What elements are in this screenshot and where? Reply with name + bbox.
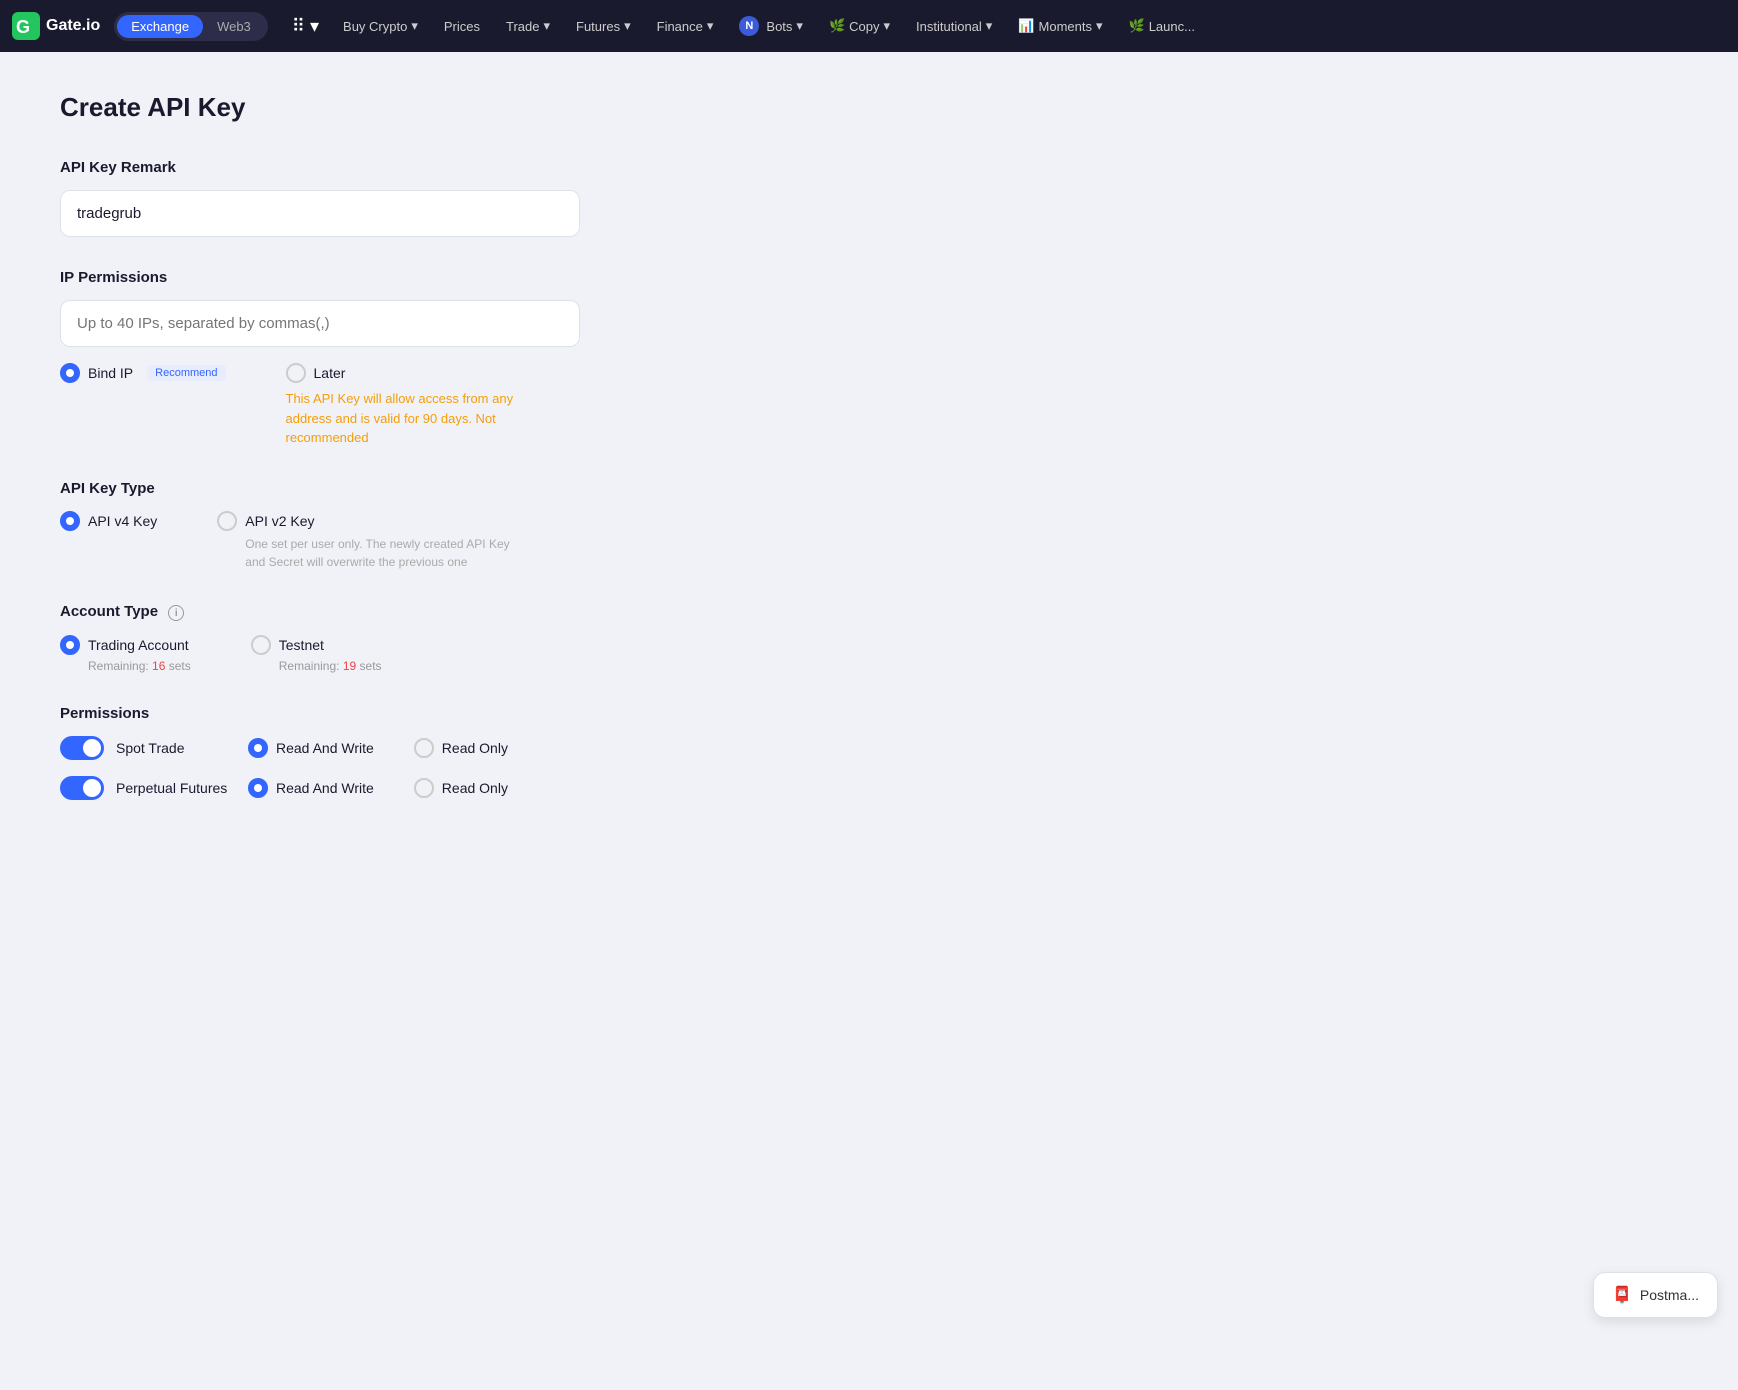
api-v4-radio-circle [60,511,80,531]
perp-read-write-circle [248,778,268,798]
trading-account-label: Trading Account [88,637,189,653]
api-v2-label: API v2 Key [245,513,314,529]
permissions-label: Permissions [60,705,840,722]
nav-buy-crypto[interactable]: Buy Crypto ▾ [333,18,428,34]
copy-leaf-icon: 🌿 [829,18,845,34]
ip-permissions-input[interactable] [60,300,580,347]
perpetual-futures-toggle[interactable] [60,776,104,800]
postman-button[interactable]: 📮 Postma... [1593,1272,1718,1318]
api-v4-radio[interactable]: API v4 Key [60,511,157,531]
spot-read-write-radio[interactable]: Read And Write [248,738,374,758]
account-type-label: Account Type i [60,603,840,622]
spot-trade-options: Read And Write Read Only [248,738,508,758]
nav-institutional[interactable]: Institutional ▾ [906,18,1002,34]
perp-read-write-label: Read And Write [276,780,374,796]
nav-logo[interactable]: G Gate.io [12,12,100,40]
testnet-radio[interactable]: Testnet [251,635,382,655]
navbar: G Gate.io Exchange Web3 ⠿ ▾ Buy Crypto ▾… [0,0,1738,52]
postman-icon: 📮 [1612,1285,1632,1305]
bots-icon: N [739,16,759,36]
tab-exchange[interactable]: Exchange [117,15,203,38]
spot-read-only-radio[interactable]: Read Only [414,738,508,758]
perp-read-only-circle [414,778,434,798]
bind-ip-radio[interactable]: Bind IP Recommend [60,363,226,383]
nav-trade[interactable]: Trade ▾ [496,18,560,34]
trading-account-radio[interactable]: Trading Account [60,635,191,655]
spot-read-only-label: Read Only [442,740,508,756]
account-type-section: Account Type i Trading Account Remaining… [60,603,840,674]
postman-label: Postma... [1640,1287,1699,1303]
launch-leaf-icon: 🌿 [1129,18,1145,34]
api-v2-description: One set per user only. The newly created… [245,535,525,571]
perp-read-only-label: Read Only [442,780,508,796]
api-v2-radio[interactable]: API v2 Key [217,511,525,531]
spot-trade-row: Spot Trade Read And Write Read Only [60,736,840,760]
api-key-remark-section: API Key Remark [60,159,840,237]
trading-remaining-count: 16 [152,659,165,673]
testnet-label: Testnet [279,637,324,653]
nav-bots[interactable]: N Bots ▾ [729,16,813,36]
spot-trade-label: Spot Trade [116,740,236,756]
moments-icon: 📊 [1018,18,1034,34]
ip-radio-group: Bind IP Recommend Later This API Key wil… [60,363,840,448]
perpetual-futures-label: Perpetual Futures [116,780,236,796]
nav-futures[interactable]: Futures ▾ [566,18,641,34]
bind-ip-radio-circle [60,363,80,383]
recommend-badge: Recommend [147,365,225,381]
ip-permissions-section: IP Permissions Bind IP Recommend Later T… [60,269,840,448]
api-v2-group: API v2 Key One set per user only. The ne… [217,511,525,571]
nav-moments[interactable]: 📊 Moments ▾ [1008,18,1112,34]
perp-read-only-radio[interactable]: Read Only [414,778,508,798]
nav-prices[interactable]: Prices [434,19,490,34]
later-label: Later [314,365,346,381]
spot-read-only-circle [414,738,434,758]
api-key-type-radio-group: API v4 Key API v2 Key One set per user o… [60,511,840,571]
perpetual-futures-row: Perpetual Futures Read And Write Read On… [60,776,840,800]
page-title: Create API Key [60,92,840,123]
testnet-group: Testnet Remaining: 19 sets [251,635,382,673]
testnet-remaining-count: 19 [343,659,356,673]
nav-copy[interactable]: 🌿 Copy ▾ [819,18,900,34]
trading-account-group: Trading Account Remaining: 16 sets [60,635,191,673]
svg-text:G: G [16,17,30,37]
nav-tabs: Exchange Web3 [114,12,268,41]
testnet-remaining: Remaining: 19 sets [279,659,382,673]
later-radio-circle [286,363,306,383]
nav-launch[interactable]: 🌿 Launc... [1119,18,1205,34]
later-group: Later This API Key will allow access fro… [286,363,526,448]
spot-read-write-circle [248,738,268,758]
ip-permissions-label: IP Permissions [60,269,840,286]
api-key-type-section: API Key Type API v4 Key API v2 Key One s… [60,480,840,571]
testnet-radio-circle [251,635,271,655]
trading-account-radio-circle [60,635,80,655]
trading-remaining: Remaining: 16 sets [88,659,191,673]
later-warning: This API Key will allow access from any … [286,389,526,448]
tab-web3[interactable]: Web3 [203,15,265,38]
account-type-info-icon[interactable]: i [168,605,184,621]
api-v2-radio-circle [217,511,237,531]
spot-trade-toggle[interactable] [60,736,104,760]
api-key-remark-label: API Key Remark [60,159,840,176]
bind-ip-label: Bind IP [88,365,133,381]
later-radio[interactable]: Later [286,363,526,383]
api-key-remark-input[interactable] [60,190,580,237]
nav-apps-icon[interactable]: ⠿ ▾ [284,16,327,37]
main-content: Create API Key API Key Remark IP Permiss… [0,52,900,872]
spot-read-write-label: Read And Write [276,740,374,756]
perpetual-futures-options: Read And Write Read Only [248,778,508,798]
api-v4-label: API v4 Key [88,513,157,529]
permissions-section: Permissions Spot Trade Read And Write Re… [60,705,840,800]
nav-finance[interactable]: Finance ▾ [647,18,724,34]
api-key-type-label: API Key Type [60,480,840,497]
logo-text: Gate.io [46,17,100,35]
perp-read-write-radio[interactable]: Read And Write [248,778,374,798]
account-type-radio-group: Trading Account Remaining: 16 sets Testn… [60,635,840,673]
